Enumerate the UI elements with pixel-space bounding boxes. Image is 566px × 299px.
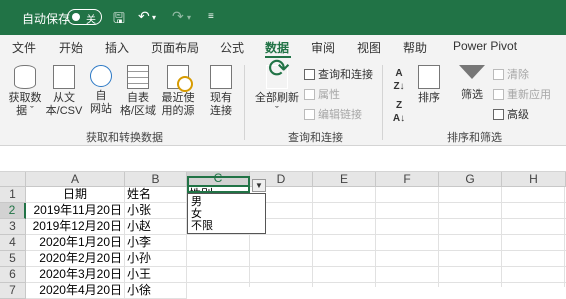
tab-page-layout[interactable]: 页面布局 [151,39,199,56]
row-header[interactable]: 3 [0,219,26,235]
advanced-filter-icon [493,109,504,120]
column-header[interactable]: B [125,172,187,187]
edit-links-button[interactable]: 编辑链接 [304,106,362,122]
dropdown-option[interactable]: 女 [191,208,265,220]
active-cell-c2[interactable] [187,176,250,193]
cell-a3[interactable]: 2019年12月20日 [26,219,125,235]
tab-file[interactable]: 文件 [12,39,36,56]
refresh-icon [266,62,290,89]
redo-dropdown-icon[interactable]: ▾ [187,13,191,22]
row-header[interactable]: 7 [0,283,26,299]
filter-icon [459,65,485,79]
clear-button[interactable]: 清除 [493,66,529,82]
redo-icon[interactable]: ↷ [172,8,184,25]
reapply-button[interactable]: 重新应用 [493,86,551,102]
row-header[interactable]: 1 [0,187,26,203]
formula-bar [0,146,566,172]
group-label-queries: 查询和连接 [288,132,343,144]
save-icon[interactable]: 🖫 [113,8,125,32]
sort-button[interactable]: 排序 [414,65,444,105]
group-separator [244,65,245,140]
row-header[interactable]: 6 [0,267,26,283]
connections-icon [210,65,232,89]
queries-connections-button[interactable]: 查询和连接 [304,66,373,82]
title-bar: 自动保存 关 🖫 ↶ ▾ ↷ ▾ ≡ [0,0,566,35]
from-text-csv-button[interactable]: 从文 本/CSV [44,65,84,118]
tab-formulas[interactable]: 公式 [220,39,244,56]
cell-a6[interactable]: 2020年3月20日 [26,267,125,283]
sort-az-button[interactable]: A Z↓ [388,67,410,93]
undo-icon[interactable]: ↶ [138,8,150,25]
recent-sources-icon [167,65,193,92]
cell-b7[interactable]: 小徐 [125,283,187,299]
cell-a2[interactable]: 2019年11月20日 [26,203,125,219]
group-separator [382,65,383,140]
tab-review[interactable]: 审阅 [311,39,335,56]
table-icon [127,65,149,89]
column-header[interactable]: G [439,172,502,187]
globe-icon [90,65,112,87]
validation-dropdown-list: 男 女 不限 [187,193,266,234]
group-label-sort-filter: 排序和筛选 [447,132,502,144]
recent-sources-button[interactable]: 最近使 用的源 [158,65,198,118]
from-table-button[interactable]: 自表 格/区域 [118,65,158,118]
toggle-knob [72,13,80,21]
empty-cells[interactable] [250,187,566,203]
sort-descending-icon: Z A↓ [392,100,406,124]
database-icon [14,65,36,89]
cell-b3[interactable]: 小赵 [125,219,187,235]
select-all-corner[interactable] [0,172,26,187]
cell-a1[interactable]: 日期 [26,187,125,203]
sort-icon [418,65,440,89]
filter-button[interactable]: 筛选 [456,65,488,102]
row-header[interactable]: 5 [0,251,26,267]
cell-b1[interactable]: 姓名 [125,187,187,203]
cell-a5[interactable]: 2020年2月20日 [26,251,125,267]
customize-icon[interactable]: ≡ [208,11,214,22]
cell-b5[interactable]: 小孙 [125,251,187,267]
tab-home[interactable]: 开始 [59,39,83,56]
cell-a7[interactable]: 2020年4月20日 [26,283,125,299]
cell-b2[interactable]: 小张 [125,203,187,219]
properties-icon [304,89,315,100]
row-header[interactable]: 4 [0,235,26,251]
sort-za-button[interactable]: Z A↓ [388,99,410,125]
tab-help[interactable]: 帮助 [403,39,427,56]
ribbon: 获取数 据 ˇ 从文 本/CSV 自 网站 自表 格/区域 最近使 用的源 现有… [0,59,566,146]
column-header[interactable]: H [502,172,566,187]
column-header[interactable]: E [313,172,376,187]
get-data-button[interactable]: 获取数 据 ˇ [6,65,44,118]
group-label-get-transform: 获取和转换数据 [86,132,163,144]
cell-b4[interactable]: 小李 [125,235,187,251]
autosave-state: 关 [86,15,96,26]
autosave-toggle[interactable]: 关 [67,9,102,26]
properties-button[interactable]: 属性 [304,86,340,102]
text-file-icon [53,65,75,89]
autosave-label: 自动保存 [22,12,71,26]
reapply-icon [493,89,504,100]
worksheet-grid: A B C D E F G H 1 2 3 4 5 6 7 日期 姓名 性别 2… [0,172,566,299]
clear-filter-icon [493,69,504,80]
from-web-button[interactable]: 自 网站 [86,65,116,116]
undo-dropdown-icon[interactable]: ▾ [152,13,156,22]
row-header[interactable]: 2 [0,203,26,219]
cell-b6[interactable]: 小王 [125,267,187,283]
refresh-all-button[interactable]: 全部刷新 ˇ [252,62,302,118]
dropdown-option[interactable]: 不限 [191,220,265,232]
edit-links-icon [304,109,315,120]
tab-power-pivot[interactable]: Power Pivot [453,39,517,53]
sort-ascending-icon: A Z↓ [393,68,405,92]
existing-connections-button[interactable]: 现有 连接 [204,65,238,118]
cell-a4[interactable]: 2020年1月20日 [26,235,125,251]
tab-view[interactable]: 视图 [357,39,381,56]
tab-insert[interactable]: 插入 [105,39,129,56]
column-header[interactable]: A [26,172,125,187]
column-header[interactable]: F [376,172,439,187]
dropdown-option[interactable]: 男 [191,196,265,208]
queries-icon [304,69,315,80]
advanced-button[interactable]: 高级 [493,106,529,122]
dropdown-arrow-icon[interactable]: ▼ [252,179,266,192]
